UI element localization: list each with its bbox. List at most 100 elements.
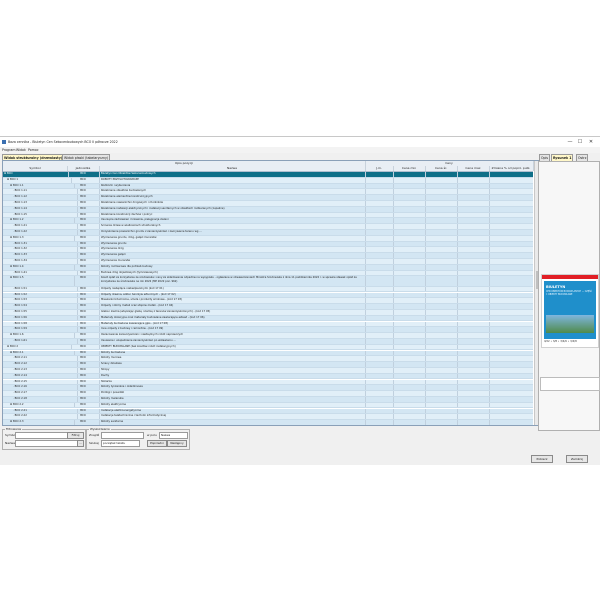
row-value-cell — [457, 298, 490, 304]
filter-button[interactable]: Filtruj — [67, 432, 84, 439]
row-value-cell — [489, 333, 533, 338]
row-unit: BCO — [67, 356, 100, 362]
tab-drawing[interactable]: Rysunek 1 — [551, 154, 574, 161]
row-value-cell — [457, 230, 490, 235]
row-value-cell — [393, 264, 426, 270]
tab-description[interactable]: Opis — [539, 154, 551, 161]
row-value-cell — [489, 172, 533, 177]
row-symbol-text: BCO 2.3 — [13, 420, 24, 424]
row-value-cell — [393, 315, 426, 321]
description-textbox[interactable] — [540, 377, 600, 391]
row-unit: BCO — [67, 304, 100, 309]
row-unit: BCO — [67, 385, 100, 391]
menu-widok[interactable]: Widok — [16, 148, 26, 152]
table-row[interactable]: ⊟ BCO 2.3 BCO Roboty sanitarne — [3, 420, 533, 425]
row-name: Wyrównanie murarstw — [99, 259, 366, 264]
row-value-cell — [425, 304, 458, 309]
row-value-cell — [365, 253, 394, 258]
row-value-cell — [457, 304, 490, 309]
row-value-cell — [393, 327, 426, 333]
row-value-cell — [365, 206, 394, 212]
menu-program[interactable]: Program — [2, 148, 15, 152]
col-change[interactable]: Zmiana % od poprz. publ. — [489, 166, 534, 171]
col-jm[interactable]: J.m. — [365, 166, 394, 171]
row-symbol: ⊟ BCO 2.2 — [3, 402, 75, 408]
row-unit: BCO — [67, 344, 100, 350]
menu-pomoc[interactable]: Pomoc — [28, 148, 39, 152]
row-value-cell — [489, 247, 533, 252]
table-row[interactable]: ⊟ BCO 1.5 BCO Koszt opłat za korzystanie z… — [3, 276, 533, 287]
row-symbol-text: BCO 1.41 — [14, 270, 27, 274]
row-value-cell — [365, 201, 394, 206]
row-value-cell — [489, 420, 533, 425]
maximize-button[interactable]: ☐ — [576, 139, 584, 145]
clear-filter-button[interactable]: … — [77, 440, 84, 447]
close-button[interactable]: ✕ — [587, 139, 595, 145]
row-value-cell — [393, 247, 426, 253]
row-symbol-text: BCO 1.55 — [14, 309, 27, 313]
col-symbol[interactable]: Symbol — [3, 166, 68, 171]
row-value-cell — [365, 218, 394, 224]
col-unit[interactable]: Jednostka — [67, 166, 100, 171]
row-name: Roboty tynkarskie i okładzinowe — [99, 385, 366, 391]
row-value-cell — [457, 420, 490, 425]
row-value-cell — [489, 304, 533, 309]
row-value-cell — [425, 298, 458, 304]
col-price-max[interactable]: Cena max — [457, 166, 490, 171]
row-unit: BCO — [67, 309, 100, 315]
minimize-button[interactable]: — — [566, 139, 574, 145]
row-value-cell — [393, 212, 426, 218]
row-value-cell — [393, 420, 426, 425]
name-filter-input[interactable] — [15, 440, 78, 447]
row-symbol-text: BCO 1.53 — [14, 298, 27, 302]
in-field-select[interactable]: Nazwa — [159, 432, 188, 439]
previous-button[interactable]: Poprzedni — [147, 440, 167, 447]
row-value-cell — [425, 338, 458, 344]
row-value-cell — [489, 271, 533, 276]
price-grid[interactable]: Opis pozycji Ceny Symbol Jednostka Nazwa… — [2, 160, 540, 426]
row-symbol-text: BCO 2.17 — [14, 391, 27, 395]
row-symbol-text: BCO 1.54 — [14, 304, 27, 308]
row-symbol-text: BCO 1.14 — [14, 206, 27, 210]
row-symbol: ⊟ BCO 1.3 — [3, 235, 75, 241]
row-value-cell — [365, 292, 394, 298]
row-value-cell — [365, 344, 394, 350]
row-value-cell — [489, 276, 533, 285]
row-unit: BCO — [67, 270, 100, 276]
row-value-cell — [457, 379, 490, 385]
symbol-filter-input[interactable] — [15, 432, 68, 439]
row-value-cell — [425, 402, 458, 408]
row-value-cell — [457, 338, 490, 344]
row-value-cell — [425, 408, 458, 414]
row-value-cell — [365, 172, 394, 177]
close-dialog-button[interactable]: Zamknij — [566, 455, 588, 463]
row-unit: BCO — [67, 420, 100, 425]
row-unit: BCO — [67, 373, 100, 379]
row-symbol-text: BCO 1.13 — [14, 201, 27, 204]
row-value-cell — [365, 224, 394, 229]
row-value-cell — [393, 235, 426, 241]
row-unit: BCO — [67, 333, 100, 338]
next-button[interactable]: Następny — [167, 440, 187, 447]
row-name: Odpady niebędące niebezpiecznymi (kod 17… — [99, 286, 366, 292]
row-symbol-text: BCO 2.13 — [14, 367, 27, 371]
cover-photo — [546, 315, 594, 333]
col-name[interactable]: Nazwa — [99, 166, 366, 171]
fetch-button[interactable]: Pobierz — [531, 455, 553, 463]
row-value-cell — [489, 265, 533, 270]
row-value-cell — [365, 333, 394, 338]
row-value-cell — [425, 292, 458, 298]
col-price-avg[interactable]: Cena śr. — [425, 166, 458, 171]
cover-red-band — [542, 275, 598, 279]
row-value-cell — [425, 212, 458, 218]
tab-warnings[interactable]: Ostrz — [576, 154, 589, 161]
search-mode-select[interactable]: początek tekstu — [101, 440, 140, 447]
row-value-cell — [457, 264, 490, 270]
col-price-min[interactable]: Cena min — [393, 166, 426, 171]
row-value-cell — [489, 345, 533, 350]
row-value-cell — [457, 195, 490, 200]
row-value-cell — [393, 183, 426, 189]
row-value-cell — [393, 367, 426, 373]
find-input[interactable] — [101, 432, 144, 439]
row-value-cell — [457, 183, 490, 189]
